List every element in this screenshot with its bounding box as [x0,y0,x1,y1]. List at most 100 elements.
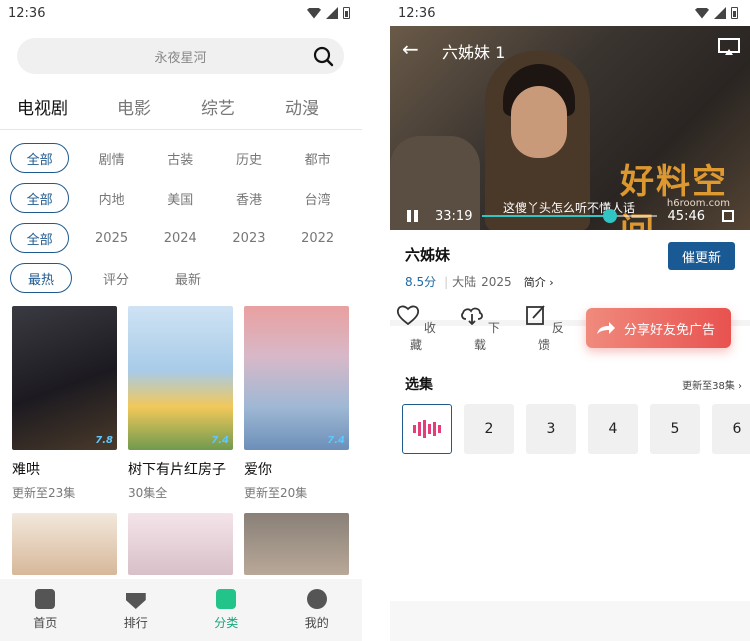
request-update-button[interactable]: 催更新 [668,242,735,270]
video-frame-face [511,86,567,158]
nav-rank-label: 排行 [123,616,148,630]
signal-icon [714,7,726,19]
episode-list: 2 3 4 5 6 [402,404,750,454]
video-player[interactable]: ← 六姊妹 1 好料空间 h6room.com 这傻丫头怎么听不懂人话 33:1… [390,26,750,230]
nav-rank[interactable]: 排行 [91,579,182,641]
filter-option[interactable]: 2025 [77,231,146,246]
status-bar: 12:36 [0,0,362,26]
episode-item[interactable]: 3 [526,404,576,454]
profile-icon [306,589,327,609]
show-grid: 7.8 难哄 更新至23集 7.4 树下有片红房子 30集全 7.4 爱你 更新… [0,306,362,501]
search-icon[interactable] [312,45,334,67]
nav-profile-label: 我的 [304,616,329,630]
filter-row-sort: 最热 评分 最新 [10,258,352,298]
category-tabs: 电视剧 电影 综艺 动漫 [0,90,362,130]
status-time: 12:36 [8,5,46,21]
share-button[interactable]: 分享好友免广告 [586,308,731,348]
show-title: 爱你 [244,462,272,478]
episode-item[interactable]: 2 [464,404,514,454]
tab-movie[interactable]: 电影 [117,90,201,129]
filter-option[interactable]: 都市 [283,149,352,168]
intro-link[interactable]: 简介 › [524,274,554,290]
home-icon [35,589,56,609]
filter-option[interactable]: 2023 [215,231,284,246]
show-rating: 8.5分 [405,275,437,289]
playing-equalizer-icon [413,420,441,438]
nav-category[interactable]: 分类 [181,579,272,641]
back-arrow-icon[interactable]: ← [402,39,419,59]
filter-option[interactable]: 内地 [77,189,146,208]
action-bar: 收藏 下载 反馈 分享好友免广告 [390,304,750,360]
nav-home-label: 首页 [33,616,58,630]
show-poster[interactable]: 7.4 [128,306,233,450]
signal-icon [326,7,338,19]
show-card[interactable]: 7.4 树下有片红房子 30集全 [128,306,233,501]
download-icon [461,307,483,326]
show-card[interactable]: 7.4 爱你 更新至20集 [244,306,349,501]
show-score: 7.4 [211,435,229,446]
episode-update-link[interactable]: 更新至38集 › [682,377,742,392]
filter-chip-selected[interactable]: 全部 [10,143,70,173]
episode-item[interactable]: 5 [650,404,700,454]
episode-item[interactable]: 4 [588,404,638,454]
wifi-icon [695,7,709,19]
filter-option[interactable]: 香港 [215,189,284,208]
filter-option[interactable]: 2024 [146,231,215,246]
seek-bar[interactable] [482,209,657,223]
show-poster[interactable]: 7.8 [12,306,117,450]
episode-item[interactable]: 6 [712,404,750,454]
tab-variety[interactable]: 综艺 [201,90,285,129]
download-button[interactable]: 下载 [460,304,500,353]
rank-icon [125,593,146,609]
filter-option[interactable]: 美国 [146,189,215,208]
heart-icon [396,305,420,326]
filter-chip-selected[interactable]: 全部 [10,223,70,253]
filter-chip-selected[interactable]: 全部 [10,183,70,213]
pause-icon[interactable] [407,210,418,222]
favorite-button[interactable]: 收藏 [396,304,436,353]
search-placeholder: 永夜星河 [154,50,207,66]
filter-option[interactable]: 台湾 [283,189,352,208]
show-score: 7.4 [327,435,345,446]
nav-category-label: 分类 [214,616,239,630]
feedback-button[interactable]: 反馈 [524,304,564,353]
show-poster[interactable] [128,513,233,575]
episode-playing[interactable] [402,404,452,454]
filter-option[interactable]: 古装 [146,149,215,168]
show-year: 2025 [481,274,512,289]
filter-option[interactable]: 剧情 [77,149,146,168]
show-episode-status: 更新至23集 [12,486,76,500]
show-poster[interactable] [12,513,117,575]
seek-bar-fill [482,215,610,217]
filter-option[interactable]: 最新 [152,269,224,288]
filter-option[interactable]: 评分 [80,269,152,288]
search-bar[interactable]: 永夜星河 [17,38,344,74]
filter-option[interactable]: 历史 [215,149,284,168]
feedback-icon [526,305,545,325]
player-screen: 12:36 ← 六姊妹 1 好料空间 h6room.com 这傻丫头怎么听不懂人… [390,0,750,641]
tab-tv[interactable]: 电视剧 [17,90,117,129]
fullscreen-icon[interactable] [722,210,734,222]
show-poster[interactable]: 7.4 [244,306,349,450]
seek-handle[interactable] [602,209,617,223]
show-grid-row-2 [0,513,362,575]
nav-home[interactable]: 首页 [0,579,91,641]
filter-option[interactable]: 2022 [283,231,352,246]
battery-icon [343,7,350,19]
episode-header: 选集 更新至38集 › [405,374,742,394]
show-poster[interactable] [244,513,349,575]
show-card[interactable]: 7.8 难哄 更新至23集 [12,306,117,501]
show-episode-status: 更新至20集 [244,486,308,500]
cast-icon[interactable] [718,38,740,56]
current-time: 33:19 [435,209,473,224]
tab-anime[interactable]: 动漫 [285,90,345,129]
filter-chip-selected[interactable]: 最热 [10,263,72,293]
show-meta: 8.5分 | 大陆 2025 简介 › [405,274,554,290]
filter-row-year: 全部 2025 2024 2023 2022 [10,218,352,258]
status-bar: 12:36 [390,0,750,26]
share-arrow-icon [597,322,615,334]
share-label: 分享好友免广告 [624,322,716,338]
show-title: 难哄 [12,462,40,478]
nav-profile[interactable]: 我的 [272,579,363,641]
show-region: 大陆 [452,275,477,289]
